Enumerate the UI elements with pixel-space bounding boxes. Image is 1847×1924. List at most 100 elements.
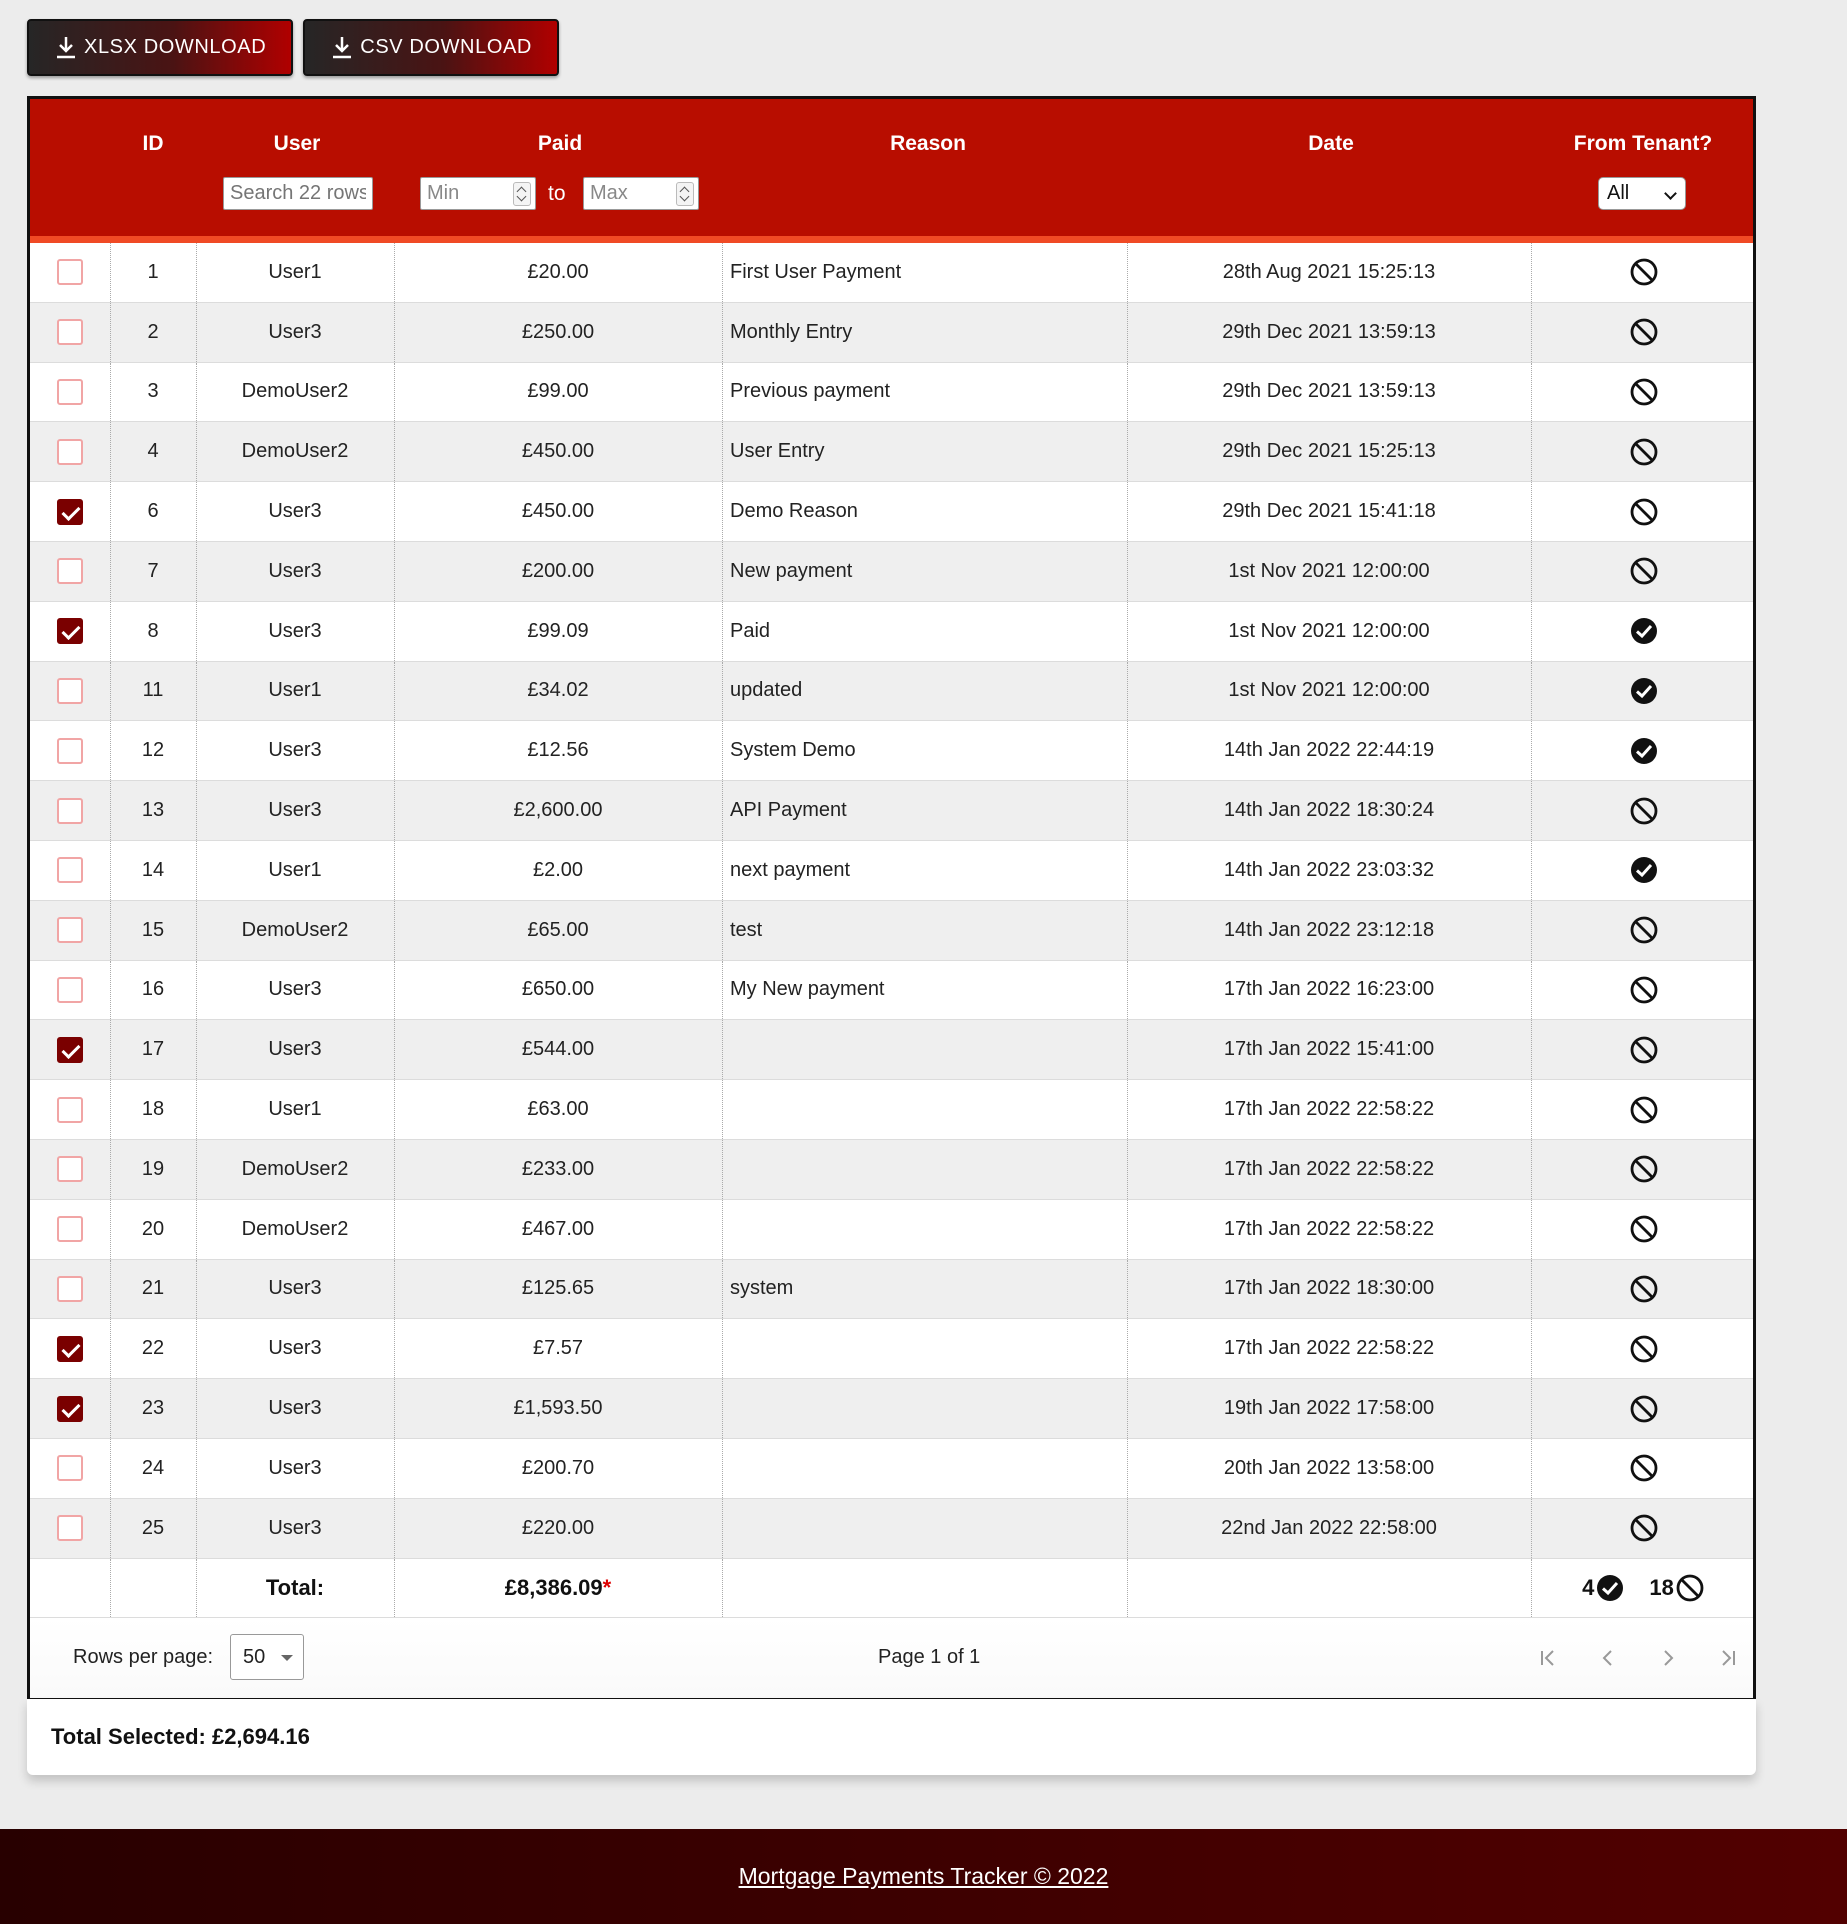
table-row: 18 User1 £63.00 17th Jan 2022 22:58:22 (30, 1080, 1753, 1140)
cell-user: User1 (268, 260, 322, 283)
row-checkbox[interactable] (57, 319, 83, 346)
header-reason[interactable]: Reason (890, 132, 966, 156)
last-page-icon (1722, 1649, 1735, 1666)
table-row: 15 DemoUser2 £65.00 test 14th Jan 2022 23:12… (30, 900, 1753, 961)
cell-user: User1 (268, 1098, 322, 1121)
cell-id: 20 (141, 1217, 165, 1240)
rows-per-page-select[interactable]: 50 (230, 1633, 304, 1680)
xlsx-download-button[interactable]: XLSX DOWNLOAD (27, 19, 294, 76)
user-search-input[interactable] (223, 177, 373, 210)
cell-from-tenant (1531, 662, 1756, 721)
cell-paid: £200.00 (521, 559, 595, 582)
row-checkbox[interactable] (57, 917, 83, 944)
cell-reason: updated (730, 679, 803, 702)
cell-user: User3 (268, 500, 322, 523)
ban-icon (1630, 797, 1657, 824)
cell-user: DemoUser2 (241, 440, 349, 463)
next-page-button[interactable] (1650, 1640, 1686, 1676)
row-checkbox[interactable] (57, 1515, 83, 1542)
header-id[interactable]: ID (143, 132, 164, 156)
max-spinner[interactable] (676, 182, 694, 206)
cell-id: 24 (141, 1456, 165, 1479)
payments-table: ID User Paid Reason Date From Tenant? Mi… (27, 96, 1756, 1701)
csv-download-button[interactable]: CSV DOWNLOAD (303, 19, 559, 76)
table-row: 7 User3 £200.00 New payment 1st Nov 2021 12:… (30, 541, 1753, 602)
cell-date: 22nd Jan 2022 22:58:00 (1221, 1516, 1437, 1539)
cell-date: 17th Jan 2022 22:58:22 (1223, 1098, 1435, 1121)
range-to-label: to (548, 182, 566, 205)
header-user[interactable]: User (274, 132, 321, 156)
cell-reason: My New payment (730, 978, 885, 1001)
table-row: 21 User3 £125.65 system 17th Jan 2022 18:30:… (30, 1259, 1753, 1320)
min-spinner[interactable] (513, 182, 531, 206)
cell-id: 25 (141, 1516, 165, 1539)
tenant-filter-select[interactable]: All (1598, 177, 1686, 210)
cell-user: User3 (268, 320, 322, 343)
ban-icon (1676, 1574, 1704, 1601)
cell-reason (730, 1319, 1125, 1378)
paid-max-input[interactable]: Max (583, 177, 699, 210)
row-checkbox[interactable] (57, 797, 83, 824)
cell-paid: £450.00 (521, 440, 595, 463)
ban-icon (1630, 318, 1657, 346)
table-header: ID User Paid Reason Date From Tenant? Mi… (30, 99, 1753, 243)
cell-from-tenant (1531, 1080, 1756, 1139)
rows-per-page-label: Rows per page: (73, 1645, 214, 1668)
row-select-cell (30, 1020, 110, 1079)
ban-icon (1630, 1514, 1657, 1542)
cell-reason: User Entry (730, 440, 825, 463)
table-row: 4 DemoUser2 £450.00 User Entry 29th Dec 2021… (30, 422, 1753, 483)
cell-id: 3 (147, 380, 159, 403)
row-checkbox[interactable] (57, 378, 83, 405)
cell-user: User3 (268, 1038, 322, 1061)
row-checkbox[interactable] (57, 1096, 83, 1123)
header-from-tenant[interactable]: From Tenant? (1574, 132, 1712, 156)
last-page-button[interactable] (1710, 1640, 1746, 1676)
row-checkbox[interactable] (57, 976, 83, 1003)
row-checkbox[interactable] (57, 1395, 83, 1422)
row-checkbox[interactable] (57, 1455, 83, 1482)
header-paid[interactable]: Paid (538, 132, 582, 156)
header-date[interactable]: Date (1308, 132, 1354, 156)
cell-paid: £650.00 (521, 978, 595, 1001)
row-checkbox[interactable] (57, 1335, 83, 1362)
ban-icon (1630, 1036, 1657, 1064)
row-checkbox[interactable] (57, 438, 83, 465)
cell-date: 17th Jan 2022 16:23:00 (1223, 978, 1435, 1001)
row-select-cell (30, 1499, 110, 1558)
ban-icon (1630, 1275, 1657, 1303)
cell-reason (730, 1020, 1125, 1079)
row-select-cell (30, 243, 110, 302)
row-checkbox[interactable] (57, 737, 83, 764)
row-checkbox[interactable] (57, 618, 83, 645)
row-checkbox[interactable] (57, 498, 83, 525)
total-asterisk: * (602, 1574, 612, 1600)
cell-from-tenant (1531, 1439, 1756, 1498)
cell-user: User3 (268, 1516, 322, 1539)
row-checkbox[interactable] (57, 857, 83, 884)
row-checkbox[interactable] (57, 1275, 83, 1302)
next-page-icon (1664, 1649, 1674, 1666)
cell-paid: £99.00 (527, 380, 589, 403)
footer-link[interactable]: Mortgage Payments Tracker © 2022 (739, 1863, 1109, 1890)
cell-user: User3 (268, 1277, 322, 1300)
row-checkbox[interactable] (57, 259, 83, 286)
cell-date: 17th Jan 2022 22:58:22 (1223, 1337, 1435, 1360)
row-checkbox[interactable] (57, 1036, 83, 1063)
first-page-button[interactable] (1530, 1640, 1566, 1676)
row-checkbox[interactable] (57, 1216, 83, 1243)
row-checkbox[interactable] (57, 1156, 83, 1183)
cell-reason: Monthly Entry (730, 320, 853, 343)
row-select-cell (30, 1379, 110, 1438)
row-checkbox[interactable] (57, 558, 83, 585)
cell-id: 15 (141, 918, 165, 941)
download-icon (57, 36, 75, 58)
totals-row: Total: £8,386.09 * 4 18 (30, 1558, 1753, 1618)
cell-date: 29th Dec 2021 15:41:18 (1222, 500, 1436, 523)
row-select-cell (30, 721, 110, 780)
row-checkbox[interactable] (57, 677, 83, 704)
prev-page-button[interactable] (1590, 1640, 1626, 1676)
paid-min-input[interactable]: Min (420, 177, 536, 210)
tenant-filter-value: All (1607, 182, 1630, 204)
cell-paid: £250.00 (521, 320, 595, 343)
